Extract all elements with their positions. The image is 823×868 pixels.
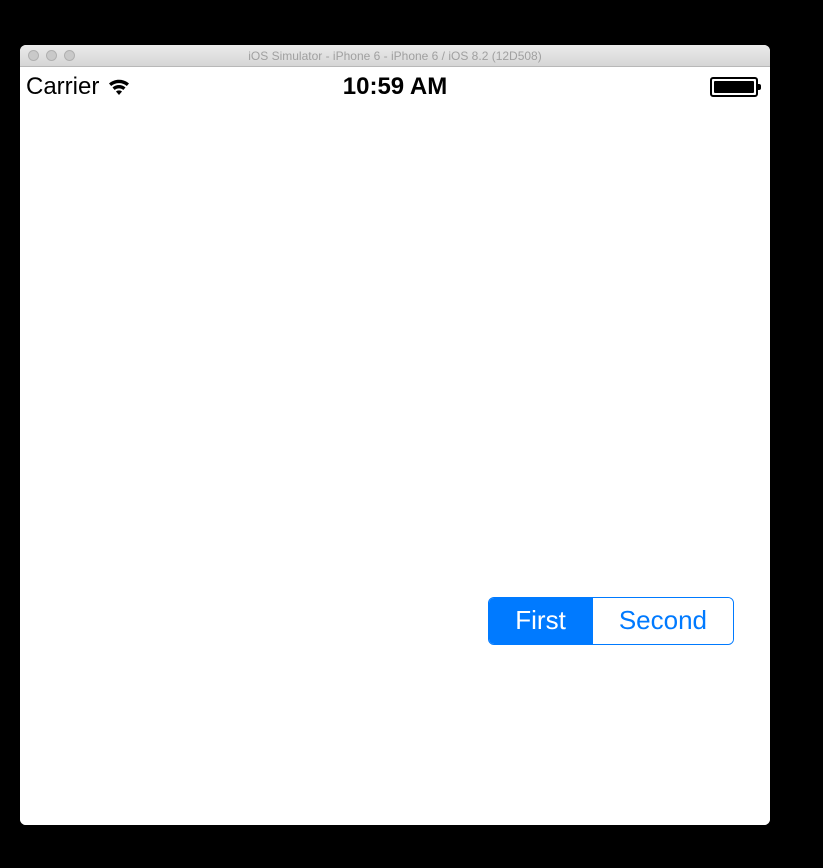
wifi-icon bbox=[107, 78, 131, 96]
content-area: First Second bbox=[20, 107, 770, 825]
battery-icon bbox=[710, 77, 758, 97]
status-left: Carrier bbox=[26, 73, 131, 101]
mac-titlebar: iOS Simulator - iPhone 6 - iPhone 6 / iO… bbox=[20, 45, 770, 67]
status-bar: Carrier 10:59 AM bbox=[20, 67, 770, 107]
segment-first[interactable]: First bbox=[489, 598, 592, 644]
minimize-window-icon[interactable] bbox=[46, 50, 57, 61]
battery-fill bbox=[714, 81, 754, 93]
traffic-lights bbox=[28, 50, 75, 61]
segmented-control[interactable]: First Second bbox=[488, 597, 734, 645]
zoom-window-icon[interactable] bbox=[64, 50, 75, 61]
window-title: iOS Simulator - iPhone 6 - iPhone 6 / iO… bbox=[20, 49, 770, 63]
close-window-icon[interactable] bbox=[28, 50, 39, 61]
status-right bbox=[710, 77, 758, 97]
device-screen: Carrier 10:59 AM First Second bbox=[20, 67, 770, 825]
carrier-label: Carrier bbox=[26, 73, 99, 101]
segment-second[interactable]: Second bbox=[592, 598, 733, 644]
status-time: 10:59 AM bbox=[20, 73, 770, 101]
simulator-window: iOS Simulator - iPhone 6 - iPhone 6 / iO… bbox=[20, 45, 770, 825]
